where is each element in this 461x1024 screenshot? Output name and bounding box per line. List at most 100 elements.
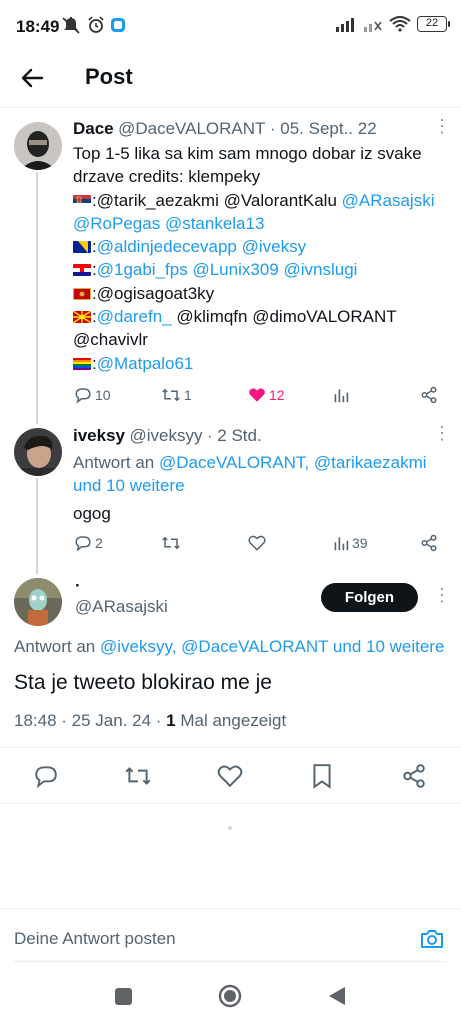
- mention[interactable]: @RoPegas: [73, 214, 160, 233]
- reply-button[interactable]: [33, 763, 59, 789]
- like-button[interactable]: [248, 534, 266, 552]
- triangle-back-icon: [329, 987, 345, 1005]
- views-button[interactable]: [333, 386, 349, 404]
- home-circle-icon: [218, 984, 242, 1008]
- tweet-author[interactable]: iveksy @iveksyy · 2 Std.: [73, 426, 262, 446]
- thread-line: [36, 172, 38, 424]
- avatar-image: [14, 122, 62, 170]
- more-icon[interactable]: ⋮: [433, 586, 451, 604]
- camera-button[interactable]: [420, 927, 444, 951]
- retweet-button[interactable]: [124, 763, 152, 789]
- mention[interactable]: @aldinjedecevapp: [97, 237, 237, 256]
- author-handle[interactable]: @DaceVALORANT: [118, 119, 265, 138]
- camera-icon: [421, 930, 443, 948]
- divider: [0, 747, 461, 748]
- tweet-line: :@ogisagoat3ky: [73, 282, 453, 305]
- reply-input[interactable]: Deine Antwort posten: [14, 929, 176, 949]
- reply-context-line: Antwort an @DaceVALORANT, @tarikaezakmi: [73, 453, 427, 472]
- tweet-line: Top 1-5 lika sa kim sam mnogo dobar iz s…: [73, 144, 422, 163]
- bookmark-icon: [313, 764, 331, 789]
- bosnia-flag-icon: [73, 241, 91, 254]
- mention[interactable]: @iveksy: [242, 237, 307, 256]
- like-icon: [249, 388, 265, 402]
- recent-apps-button[interactable]: [115, 988, 132, 1005]
- follow-button[interactable]: Folgen: [321, 583, 418, 612]
- divider: [0, 803, 461, 804]
- tweet-author[interactable]: Dace @DaceVALORANT · 05. Sept.. 22: [73, 119, 377, 139]
- square-icon: [115, 988, 132, 1005]
- views-icon: [334, 537, 349, 551]
- reply-icon: [35, 766, 57, 789]
- share-button[interactable]: [401, 763, 427, 789]
- like-button[interactable]: 12: [248, 386, 285, 404]
- avatar[interactable]: [14, 122, 62, 170]
- tweet-line: @RoPegas @stankela13: [73, 212, 453, 235]
- reply-more-link[interactable]: und 10 weitere: [73, 474, 458, 497]
- north-macedonia-flag-icon: [73, 311, 91, 324]
- tweet-date: · 05. Sept.. 22: [269, 119, 377, 138]
- tweet-meta: 18:48 · 25 Jan. 24 · 1 Mal angezeigt: [14, 711, 287, 730]
- mention[interactable]: @tarikaezakmi: [314, 453, 427, 472]
- mention[interactable]: @ARasajski: [342, 191, 435, 210]
- mention[interactable]: @DaceVALORANT,: [159, 453, 309, 472]
- back-nav-button[interactable]: [328, 986, 346, 1006]
- back-button[interactable]: [18, 63, 48, 93]
- status-time: 18:49: [16, 17, 60, 36]
- page-title: Post: [85, 64, 133, 89]
- alarm-icon: [88, 16, 104, 33]
- more-icon[interactable]: ⋮: [433, 117, 451, 135]
- croatia-flag-icon: [73, 264, 91, 277]
- mention[interactable]: @1gabi_fps: [97, 260, 188, 279]
- mention[interactable]: @ivnslugi: [283, 260, 357, 279]
- more-icon[interactable]: ⋮: [433, 424, 451, 442]
- tweet-date: · 2 Std.: [206, 426, 262, 445]
- reply-icon: [75, 388, 91, 404]
- share-icon: [421, 386, 437, 404]
- main-tweet-text: Sta je tweeto blokirao me je: [14, 671, 272, 694]
- author-name[interactable]: iveksy: [73, 426, 125, 445]
- reply-context: Antwort an @iveksyy, @DaceVALORANT und 1…: [14, 637, 445, 656]
- reply-button[interactable]: 2: [74, 534, 103, 552]
- bookmark-button[interactable]: [310, 763, 334, 789]
- share-button[interactable]: [420, 534, 438, 552]
- views-button[interactable]: 39: [333, 534, 368, 552]
- reply-mentions[interactable]: @iveksyy, @DaceVALORANT und 10 weitere: [100, 637, 444, 656]
- input-underline: [14, 961, 447, 962]
- retweet-icon: [125, 767, 151, 785]
- divider: [0, 908, 461, 909]
- home-button[interactable]: [218, 984, 242, 1008]
- signal-icon: [336, 18, 354, 32]
- like-icon: [248, 535, 266, 551]
- reply-context: Antwort an @DaceVALORANT, @tarikaezakmi …: [73, 451, 458, 498]
- author-name[interactable]: Dace: [73, 119, 114, 138]
- mention[interactable]: @stankela13: [165, 214, 265, 233]
- status-right-icons: 22: [335, 16, 450, 32]
- author-handle[interactable]: @ARasajski: [75, 597, 168, 617]
- tweet-line: :@1gabi_fps @Lunix309 @ivnslugi: [73, 258, 453, 281]
- serbia-flag-icon: [73, 194, 91, 207]
- mute-icon: [62, 17, 80, 34]
- author-handle[interactable]: @iveksyy: [129, 426, 202, 445]
- rainbow-flag-icon: [73, 357, 91, 370]
- tweet-line: drzave credits: klempeky: [73, 167, 261, 187]
- retweet-button[interactable]: 1: [161, 386, 192, 404]
- retweet-icon: [162, 536, 180, 550]
- like-button[interactable]: [217, 763, 243, 789]
- tweet-line: @chavivlr: [73, 330, 148, 350]
- mention[interactable]: @darefn_: [97, 307, 172, 326]
- system-nav-bar: [0, 966, 461, 1024]
- tweet-line: :@tarik_aezakmi @ValorantKalu @ARasajski: [73, 189, 453, 212]
- mention[interactable]: @Lunix309: [192, 260, 278, 279]
- back-arrow-icon: [21, 68, 44, 88]
- status-left-icons: [62, 16, 126, 34]
- mention[interactable]: @Matpalo61: [97, 354, 194, 373]
- share-button[interactable]: [420, 386, 438, 404]
- reply-button[interactable]: 10: [74, 386, 111, 404]
- avatar[interactable]: [14, 578, 62, 626]
- tweet-text: Top 1-5 lika sa kim sam mnogo dobar iz s…: [73, 142, 453, 375]
- author-name[interactable]: ·: [75, 576, 81, 596]
- avatar[interactable]: [14, 428, 62, 476]
- retweet-button[interactable]: [161, 534, 181, 552]
- like-icon: [217, 765, 243, 788]
- tweet-line: :@Matpalo61: [73, 352, 453, 375]
